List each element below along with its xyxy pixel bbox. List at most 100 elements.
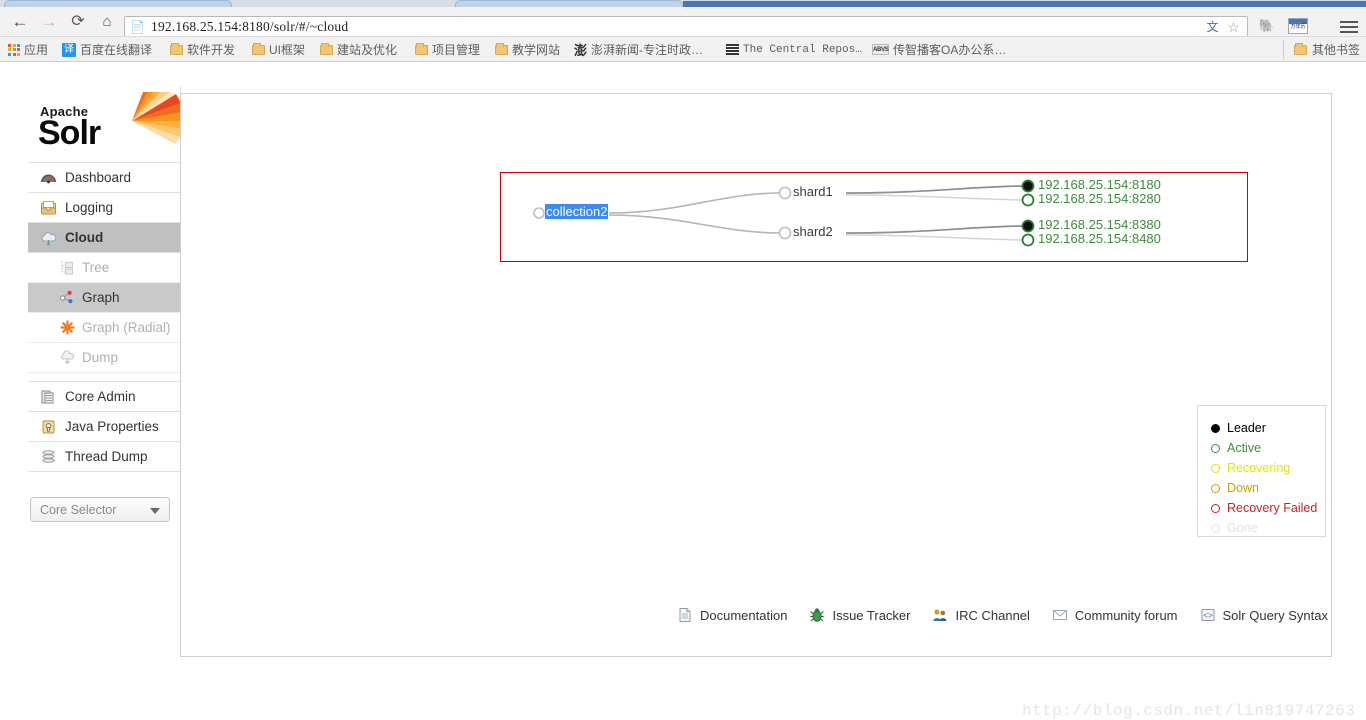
- sidebar-item-thread-dump[interactable]: Thread Dump: [28, 442, 180, 472]
- translate-icon[interactable]: 文: [1204, 19, 1221, 36]
- bookmark-software-dev[interactable]: 软件开发: [170, 40, 235, 59]
- legend-item-recovering: Recovering: [1211, 458, 1325, 478]
- graph-label-replica-8180[interactable]: 192.168.25.154:8180: [1038, 177, 1161, 192]
- calendar-extension-icon[interactable]: 万年历: [1288, 18, 1310, 36]
- footer-link-community-forum[interactable]: Community forum: [1052, 607, 1178, 623]
- bookmark-star-icon[interactable]: ☆: [1225, 19, 1242, 36]
- sidebar-item-tree[interactable]: Tree: [28, 253, 180, 283]
- sidebar-item-java-properties[interactable]: Java Properties: [28, 412, 180, 442]
- footer-link-irc-channel[interactable]: IRC Channel: [932, 607, 1030, 623]
- footer-link-documentation[interactable]: Documentation: [677, 607, 787, 623]
- sidebar-item-dashboard[interactable]: Dashboard: [28, 163, 180, 193]
- repository-icon: [726, 44, 739, 55]
- footer-links: Documentation Issue Tracker IRC Channel …: [180, 597, 1332, 633]
- graph-legend: Leader Active Recovering Down Recovery F…: [1197, 405, 1326, 537]
- legend-item-down: Down: [1211, 478, 1325, 498]
- footer-link-label: Documentation: [700, 607, 788, 623]
- browser-menu-icon[interactable]: [1340, 18, 1358, 36]
- address-bar[interactable]: 📄 192.168.25.154:8180/solr/#/~cloud 文 ☆: [124, 16, 1248, 37]
- bookmark-thepaper-news[interactable]: 澎 澎湃新闻-专注时政…: [574, 40, 703, 59]
- other-bookmarks-button[interactable]: 其他书签: [1282, 40, 1360, 59]
- core-selector-dropdown[interactable]: Core Selector: [30, 497, 170, 522]
- address-bar-text: 192.168.25.154:8180/solr/#/~cloud: [151, 18, 349, 34]
- legend-label: Gone: [1227, 521, 1258, 535]
- page-icon: 📄: [130, 19, 145, 34]
- solr-admin-app: Apache Solr Dashboard Logging Cloud Tree…: [0, 62, 1366, 720]
- sidebar-item-label: Thread Dump: [65, 449, 148, 464]
- sidebar-item-dump[interactable]: Dump: [28, 343, 180, 373]
- bookmark-label: UI框架: [269, 43, 306, 57]
- bookmark-label: 软件开发: [187, 43, 236, 57]
- code-icon: <>: [1200, 607, 1216, 623]
- bookmark-oa-system[interactable]: ABVS 传智播客OA办公系…: [872, 40, 1006, 59]
- legend-dot-leader-icon: [1211, 423, 1220, 433]
- solr-logo[interactable]: Apache Solr: [28, 86, 185, 154]
- bookmark-label: 澎湃新闻-专注时政…: [591, 43, 704, 57]
- sidebar-item-graph[interactable]: Graph: [28, 283, 180, 313]
- people-icon: [932, 607, 948, 623]
- bookmark-central-repos[interactable]: The Central Repos…: [726, 40, 862, 59]
- browser-tab-1[interactable]: [4, 0, 232, 7]
- document-icon: [677, 607, 693, 623]
- tree-icon: [60, 260, 75, 275]
- footer-link-label: Issue Tracker: [832, 607, 911, 623]
- bookmark-teaching-site[interactable]: 教学网站: [495, 40, 560, 59]
- graph-label-replica-8380[interactable]: 192.168.25.154:8380: [1038, 217, 1161, 232]
- legend-item-leader: Leader: [1211, 418, 1325, 438]
- svg-text:<>: <>: [1203, 612, 1213, 621]
- legend-label: Active: [1227, 441, 1262, 455]
- sidebar-item-graph-radial[interactable]: Graph (Radial): [28, 313, 180, 343]
- back-icon[interactable]: ←: [8, 10, 32, 34]
- forward-icon[interactable]: →: [37, 10, 61, 34]
- graph-node-replica-8480[interactable]: [1021, 233, 1035, 247]
- home-icon[interactable]: ⌂: [95, 10, 119, 34]
- legend-label: Recovering: [1227, 461, 1291, 475]
- legend-dot-recovery-failed-icon: [1211, 503, 1220, 513]
- dump-icon: [60, 350, 75, 365]
- bookmark-ui-framework[interactable]: UI框架: [252, 40, 305, 59]
- graph-icon: [60, 290, 75, 305]
- graph-node-replica-leader-8380[interactable]: [1021, 219, 1035, 233]
- watermark-text: http://blog.csdn.net/lin819747263: [1022, 702, 1356, 720]
- graph-label-collection[interactable]: collection2: [545, 204, 609, 219]
- legend-dot-down-icon: [1211, 483, 1220, 493]
- logo-solr-text: Solr: [38, 114, 101, 152]
- bookmark-label: 教学网站: [512, 43, 561, 57]
- folder-icon: [415, 42, 428, 55]
- legend-dot-active-icon: [1211, 443, 1220, 453]
- graph-label-replica-8480[interactable]: 192.168.25.154:8480: [1038, 231, 1161, 246]
- folder-icon: [1293, 42, 1307, 55]
- bookmark-label: 应用: [24, 43, 49, 57]
- graph-node-replica-leader-8180[interactable]: [1021, 179, 1035, 193]
- reload-icon[interactable]: ⟳: [66, 10, 90, 34]
- logging-icon: [40, 200, 57, 216]
- legend-dot-recovering-icon: [1211, 463, 1220, 473]
- other-bookmarks-label: 其他书签: [1311, 43, 1360, 57]
- thread-dump-icon: [40, 449, 57, 465]
- graph-node-collection[interactable]: [533, 207, 545, 219]
- footer-link-issue-tracker[interactable]: Issue Tracker: [809, 607, 910, 623]
- evernote-extension-icon[interactable]: 🐘: [1256, 18, 1278, 36]
- footer-link-solr-query-syntax[interactable]: <> Solr Query Syntax: [1200, 607, 1328, 623]
- folder-icon: [170, 42, 183, 55]
- sidebar-item-cloud[interactable]: Cloud: [28, 223, 180, 253]
- bookmark-site-building[interactable]: 建站及优化: [320, 40, 397, 59]
- browser-tab-2[interactable]: [455, 0, 683, 7]
- graph-node-shard2[interactable]: [778, 226, 792, 240]
- bookmark-label: 百度在线翻译: [80, 43, 153, 57]
- graph-node-replica-8280[interactable]: [1021, 193, 1035, 207]
- sidebar-item-core-admin[interactable]: Core Admin: [28, 382, 180, 412]
- sidebar-item-label: Graph (Radial): [82, 320, 171, 335]
- bookmark-project-mgmt[interactable]: 项目管理: [415, 40, 480, 59]
- sidebar-item-logging[interactable]: Logging: [28, 193, 180, 223]
- bookmark-apps[interactable]: 应用: [8, 40, 48, 59]
- graph-label-replica-8280[interactable]: 192.168.25.154:8280: [1038, 191, 1161, 206]
- graph-label-shard2[interactable]: shard2: [793, 224, 833, 239]
- legend-item-active: Active: [1211, 438, 1325, 458]
- legend-item-gone: Gone: [1211, 518, 1325, 538]
- core-selector-label: Core Selector: [40, 502, 117, 517]
- graph-label-shard1[interactable]: shard1: [793, 184, 833, 199]
- sidebar-subnav-cloud: Tree Graph Graph (Radial) Dump: [28, 253, 180, 373]
- bookmark-baidu-translate[interactable]: 译 百度在线翻译: [62, 40, 152, 59]
- graph-node-shard1[interactable]: [778, 186, 792, 200]
